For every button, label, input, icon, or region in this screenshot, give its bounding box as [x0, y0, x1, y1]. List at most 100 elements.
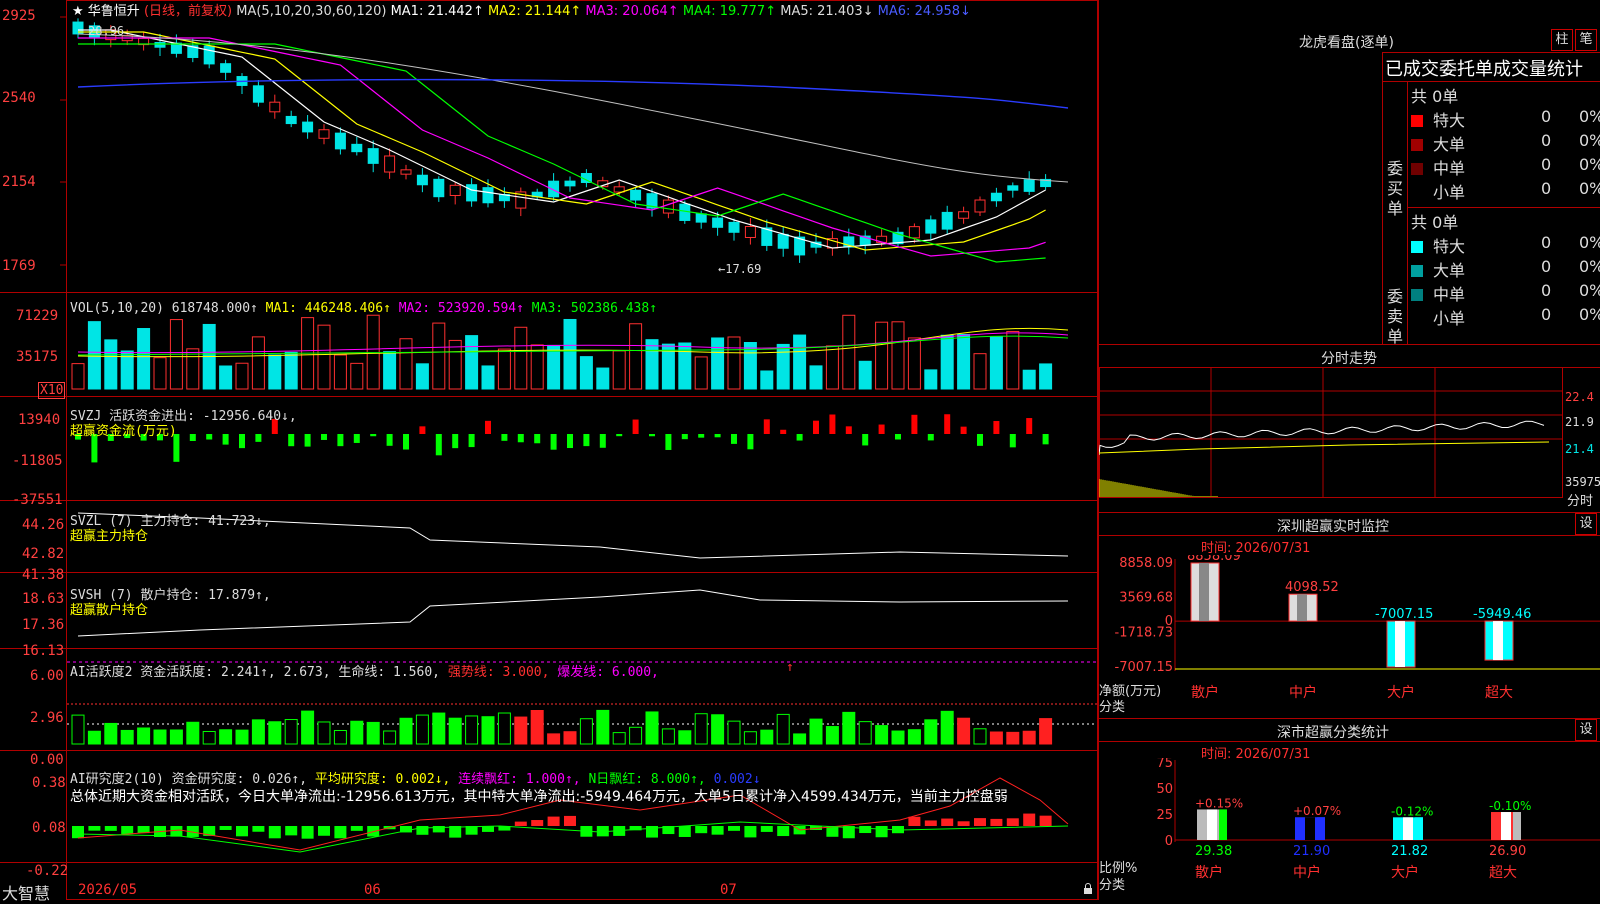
activity-bar — [940, 710, 954, 745]
ai2-summary: 总体近期大资金相对活跃，今日大单净流出:-12956.613万元，其中特大单净流… — [70, 789, 1008, 805]
research-bar — [268, 826, 281, 839]
monitor-value-label: 4098.52 — [1285, 580, 1339, 595]
volume-bar — [579, 356, 593, 390]
vol-tick: 71229 — [16, 308, 59, 324]
volume-bar — [1039, 363, 1053, 390]
flow-bar — [189, 434, 196, 442]
monitor-bar-shade — [1395, 621, 1405, 667]
flow-bar — [403, 434, 409, 450]
star-icon: ★ — [72, 4, 84, 19]
volume-bar — [957, 333, 971, 390]
app-logo: 大智慧 — [2, 884, 51, 903]
flow-bar — [534, 434, 541, 444]
color-swatch — [1411, 187, 1423, 199]
flow-bar — [993, 421, 1000, 434]
flow-bar — [796, 434, 803, 441]
activity-bar — [481, 716, 495, 745]
activity-bar — [284, 719, 298, 745]
ai1-tick: 0.00 — [30, 752, 64, 768]
research-bar — [777, 826, 790, 837]
activity-bar — [465, 715, 479, 745]
activity-bar — [186, 721, 200, 745]
activity-bar — [743, 731, 757, 745]
stats-pct-label: -0.12% — [1391, 804, 1433, 818]
order-stats-table: 已成交委托单成交量统计 委买单 委卖单 共 0单 特大 0 0% 大单 0 0% 中单 0 0%… — [1382, 52, 1600, 346]
volume-bar — [399, 338, 413, 390]
flow-bar — [304, 434, 311, 447]
sell-percent: 0% — [1579, 233, 1600, 252]
tick-mode-button[interactable]: 笔 — [1575, 29, 1597, 51]
intraday-tick: 21.4 — [1565, 442, 1594, 456]
candle-body — [564, 180, 576, 187]
sell-volume: 0 — [1541, 305, 1552, 324]
candle-body — [1007, 185, 1019, 191]
ai2-cont: 连续飘红: 1.000↑, — [458, 772, 581, 787]
candle-body — [974, 199, 986, 213]
ma-line — [78, 43, 1046, 263]
research-bar — [1023, 813, 1036, 826]
stats-settings-button[interactable]: 设 — [1575, 719, 1597, 741]
activity-bar — [563, 731, 577, 745]
research-bar — [711, 826, 724, 835]
flow-bar — [960, 426, 967, 434]
stats-pct-label: +0.15% — [1195, 796, 1243, 810]
bar-mode-button[interactable]: 柱 — [1551, 29, 1573, 51]
date-tick: 2026/05 — [78, 882, 138, 898]
kline-chart[interactable] — [0, 0, 1098, 900]
volume-bar — [776, 343, 790, 390]
research-bar — [678, 826, 691, 837]
monitor-category: 大户 — [1387, 684, 1415, 701]
volume-bar — [219, 365, 233, 390]
monitor-value-label: -5949.46 — [1473, 607, 1531, 622]
monitor-header: 深圳超赢实时监控 — [1099, 512, 1600, 536]
flow-bar — [927, 434, 934, 441]
intraday-chart[interactable] — [1099, 367, 1600, 507]
color-swatch — [1411, 289, 1423, 301]
research-bar — [1039, 815, 1052, 826]
volume-bar — [940, 334, 954, 390]
candle-body — [548, 180, 560, 198]
lock-icon[interactable] — [1083, 883, 1093, 895]
volume-bar — [809, 365, 823, 390]
date-tick: 06 — [364, 882, 381, 898]
activity-bar — [579, 718, 593, 745]
volume-bar — [760, 370, 774, 390]
candle-body — [482, 187, 494, 204]
stats-pct-label: -0.10% — [1489, 799, 1531, 813]
buy-volume: 0 — [1541, 131, 1552, 150]
research-bar — [170, 826, 183, 837]
color-swatch — [1411, 139, 1423, 151]
candle-body — [220, 63, 232, 73]
main-chart-area[interactable]: ★ 华鲁恒升 (日线，前复权) MA(5,10,20,30,60,120) MA… — [0, 0, 1098, 903]
flow-bar — [829, 414, 836, 434]
ma1-value: MA1: 21.442↑ — [390, 4, 484, 19]
stats-bar-shade — [1403, 817, 1413, 840]
volume-bar — [629, 323, 643, 390]
research-bar — [760, 826, 773, 832]
buy-percent: 0% — [1579, 155, 1600, 174]
activity-bar — [383, 730, 397, 745]
activity-bar — [907, 729, 921, 745]
ai2-tick: 0.38 — [32, 775, 66, 791]
research-bar — [990, 818, 1003, 826]
flow-bar — [862, 434, 869, 446]
volume-bar — [842, 314, 856, 390]
stats-value-label: 26.90 — [1489, 844, 1526, 859]
candle-body — [449, 184, 461, 196]
research-bar — [301, 826, 314, 839]
activity-bar — [711, 714, 725, 745]
buy-volume: 0 — [1541, 107, 1552, 126]
activity-bar — [87, 730, 101, 745]
research-bar — [121, 826, 134, 835]
sell-row: 小单 0 0% — [1411, 305, 1600, 329]
research-bar — [564, 815, 576, 826]
low-annotation: ←17.69 — [718, 262, 762, 276]
monitor-tick: 3569.68 — [1119, 591, 1173, 606]
monitor-settings-button[interactable]: 设 — [1575, 513, 1597, 535]
research-bar — [744, 826, 757, 838]
flow-bar — [813, 420, 819, 434]
monitor-category: 散户 — [1191, 684, 1219, 701]
flow-bar — [895, 434, 901, 440]
volume-bar — [727, 336, 741, 390]
vol-ma3: MA3: 502386.438↑ — [531, 301, 658, 316]
